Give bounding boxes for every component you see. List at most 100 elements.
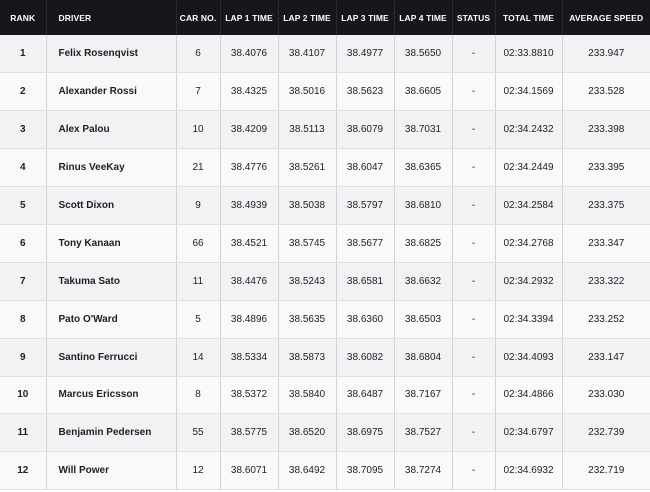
lap2-time-cell: 38.5635: [278, 300, 337, 339]
table-row[interactable]: 9 Santino Ferrucci 14 38.5334 38.5873 38.6082…: [0, 338, 650, 377]
rank-cell: 10: [0, 376, 47, 415]
driver-cell: Santino Ferrucci: [46, 338, 177, 377]
average-speed-cell: 233.947: [562, 35, 650, 74]
total-time-cell: 02:34.4866: [495, 376, 563, 415]
lap4-time-cell: 38.7167: [394, 376, 453, 415]
rank-cell: 4: [0, 148, 47, 188]
lap3-time-cell: 38.6360: [336, 300, 395, 339]
results-table: RANK DRIVER CAR NO. LAP 1 TIME LAP 2 TIM…: [0, 0, 650, 491]
average-speed-cell: 233.147: [562, 338, 650, 377]
car-number-cell: 5: [176, 300, 221, 339]
lap1-time-cell: 38.5334: [220, 338, 279, 377]
average-speed-cell: 233.528: [562, 72, 650, 112]
lap4-time-cell: 38.7031: [394, 110, 453, 150]
column-header-lap4-time[interactable]: LAP 4 TIME: [394, 0, 453, 35]
status-cell: -: [452, 451, 496, 491]
total-time-cell: 02:33.8810: [495, 35, 563, 74]
table-row[interactable]: 5 Scott Dixon 9 38.4939 38.5038 38.5797 38.681…: [0, 186, 650, 225]
table-row[interactable]: 1 Felix Rosenqvist 6 38.4076 38.4107 38.4977 3…: [0, 35, 650, 74]
table-row[interactable]: 2 Alexander Rossi 7 38.4325 38.5016 38.5623 38…: [0, 72, 650, 112]
driver-cell: Takuma Sato: [46, 262, 177, 301]
column-header-lap3-time[interactable]: LAP 3 TIME: [336, 0, 395, 35]
lap1-time-cell: 38.4076: [220, 35, 279, 74]
total-time-cell: 02:34.2584: [495, 186, 563, 225]
car-number-cell: 12: [176, 451, 221, 491]
lap3-time-cell: 38.5677: [336, 224, 395, 263]
column-header-driver[interactable]: DRIVER: [46, 0, 177, 35]
status-cell: -: [452, 35, 496, 74]
car-number-cell: 11: [176, 262, 221, 301]
lap3-time-cell: 38.7095: [336, 451, 395, 491]
lap1-time-cell: 38.4521: [220, 224, 279, 263]
rank-cell: 3: [0, 110, 47, 150]
column-header-total-time[interactable]: TOTAL TIME: [495, 0, 563, 35]
lap3-time-cell: 38.6082: [336, 338, 395, 377]
car-number-cell: 6: [176, 35, 221, 74]
lap2-time-cell: 38.5840: [278, 376, 337, 415]
status-cell: -: [452, 262, 496, 301]
lap3-time-cell: 38.4977: [336, 35, 395, 74]
status-cell: -: [452, 186, 496, 225]
car-number-cell: 10: [176, 110, 221, 150]
status-cell: -: [452, 72, 496, 112]
rank-cell: 2: [0, 72, 47, 112]
average-speed-cell: 233.322: [562, 262, 650, 301]
car-number-cell: 66: [176, 224, 221, 263]
driver-cell: Pato O'Ward: [46, 300, 177, 339]
total-time-cell: 02:34.1569: [495, 72, 563, 112]
lap1-time-cell: 38.6071: [220, 451, 279, 491]
lap1-time-cell: 38.4476: [220, 262, 279, 301]
total-time-cell: 02:34.3394: [495, 300, 563, 339]
table-row[interactable]: 4 Rinus VeeKay 21 38.4776 38.5261 38.6047 38.6…: [0, 148, 650, 188]
lap3-time-cell: 38.5797: [336, 186, 395, 225]
total-time-cell: 02:34.4093: [495, 338, 563, 377]
lap2-time-cell: 38.5261: [278, 148, 337, 188]
status-cell: -: [452, 224, 496, 263]
lap3-time-cell: 38.6047: [336, 148, 395, 188]
lap2-time-cell: 38.5038: [278, 186, 337, 225]
lap1-time-cell: 38.5775: [220, 413, 279, 453]
table-row[interactable]: 12 Will Power 12 38.6071 38.6492 38.7095 38.72…: [0, 451, 650, 491]
rank-cell: 12: [0, 451, 47, 491]
table-row[interactable]: 3 Alex Palou 10 38.4209 38.5113 38.6079 38.703…: [0, 110, 650, 150]
driver-cell: Rinus VeeKay: [46, 148, 177, 188]
table-row[interactable]: 6 Tony Kanaan 66 38.4521 38.5745 38.5677 38.68…: [0, 224, 650, 263]
driver-cell: Felix Rosenqvist: [46, 35, 177, 74]
average-speed-cell: 233.347: [562, 224, 650, 263]
driver-cell: Scott Dixon: [46, 186, 177, 225]
table-row[interactable]: 11 Benjamin Pedersen 55 38.5775 38.6520 38.69…: [0, 413, 650, 453]
lap4-time-cell: 38.6632: [394, 262, 453, 301]
column-header-car-no[interactable]: CAR NO.: [176, 0, 221, 35]
lap1-time-cell: 38.4939: [220, 186, 279, 225]
lap4-time-cell: 38.6810: [394, 186, 453, 225]
column-header-rank[interactable]: RANK: [0, 0, 47, 35]
column-header-lap2-time[interactable]: LAP 2 TIME: [278, 0, 337, 35]
rank-cell: 7: [0, 262, 47, 301]
driver-cell: Alexander Rossi: [46, 72, 177, 112]
lap4-time-cell: 38.6825: [394, 224, 453, 263]
lap4-time-cell: 38.6804: [394, 338, 453, 377]
table-row[interactable]: 8 Pato O'Ward 5 38.4896 38.5635 38.6360 38.650…: [0, 300, 650, 339]
total-time-cell: 02:34.2932: [495, 262, 563, 301]
lap3-time-cell: 38.6079: [336, 110, 395, 150]
lap2-time-cell: 38.5873: [278, 338, 337, 377]
rank-cell: 6: [0, 224, 47, 263]
average-speed-cell: 233.030: [562, 376, 650, 415]
lap4-time-cell: 38.7527: [394, 413, 453, 453]
column-header-lap1-time[interactable]: LAP 1 TIME: [220, 0, 279, 35]
status-cell: -: [452, 110, 496, 150]
lap3-time-cell: 38.6487: [336, 376, 395, 415]
lap4-time-cell: 38.5650: [394, 35, 453, 74]
column-header-average-speed[interactable]: AVERAGE SPEED: [562, 0, 650, 35]
average-speed-cell: 232.739: [562, 413, 650, 453]
driver-cell: Marcus Ericsson: [46, 376, 177, 415]
rank-cell: 1: [0, 35, 47, 74]
rank-cell: 11: [0, 413, 47, 453]
rank-cell: 8: [0, 300, 47, 339]
table-row[interactable]: 10 Marcus Ericsson 8 38.5372 38.5840 38.6487 3…: [0, 376, 650, 415]
car-number-cell: 7: [176, 72, 221, 112]
column-header-status[interactable]: STATUS: [452, 0, 496, 35]
lap2-time-cell: 38.5016: [278, 72, 337, 112]
total-time-cell: 02:34.2768: [495, 224, 563, 263]
table-row[interactable]: 7 Takuma Sato 11 38.4476 38.5243 38.6581 38.66…: [0, 262, 650, 301]
